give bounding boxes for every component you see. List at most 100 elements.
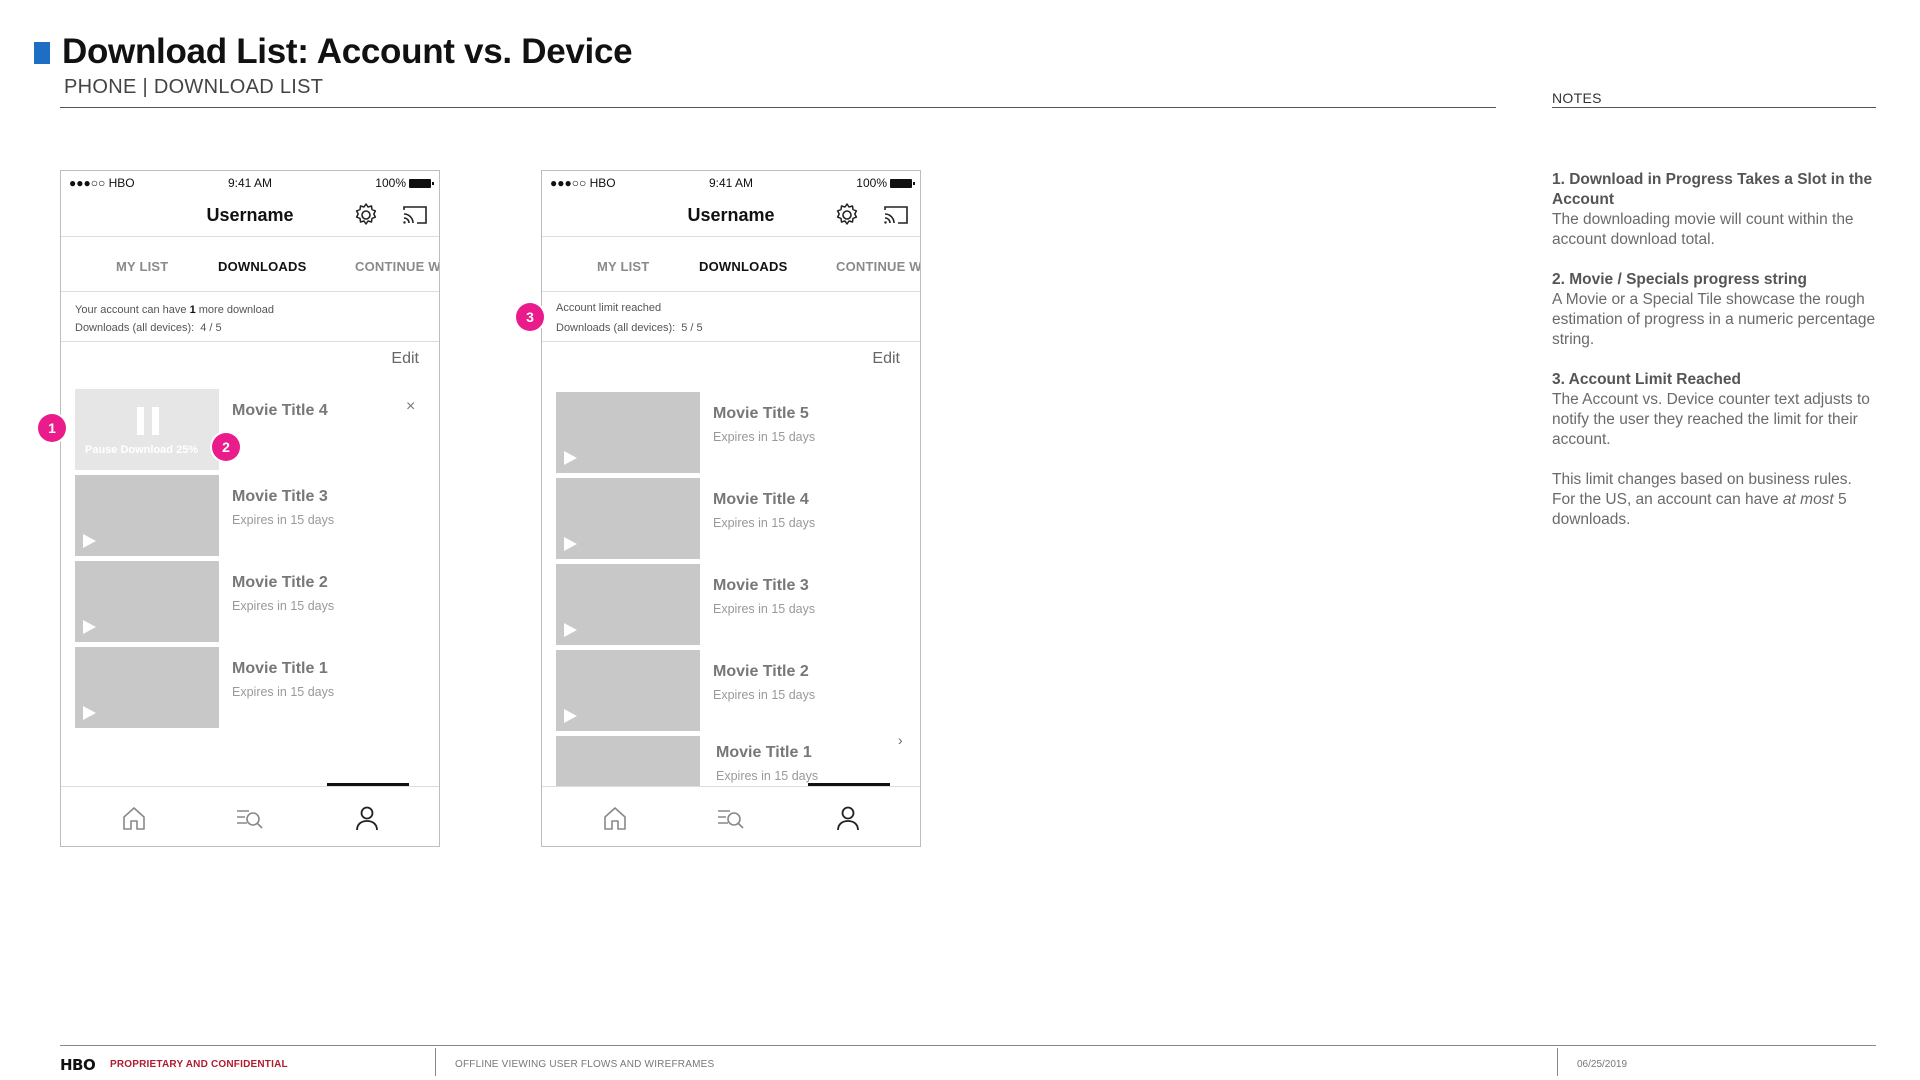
item-title: Movie Title 2 [713, 663, 809, 680]
play-icon [83, 706, 96, 720]
counter-value: 4 / 5 [200, 322, 222, 334]
tab-downloads[interactable]: DOWNLOADS [699, 259, 787, 274]
list-item[interactable]: Movie Title 1 Expires in 15 days [75, 647, 415, 728]
item-expiry: Expires in 15 days [713, 516, 816, 530]
nav-bar: Username [61, 193, 439, 237]
profile-icon[interactable] [833, 803, 863, 833]
cast-icon[interactable] [882, 204, 910, 226]
note-body: The Account vs. Device counter text adju… [1552, 391, 1870, 448]
notes-divider [1552, 107, 1876, 108]
status-bar: ●●●○○ HBO 9:41 AM 100% [542, 171, 920, 193]
counter-value: 5 / 5 [681, 322, 703, 334]
tab-bar: MY LIST DOWNLOADS CONTINUE W [61, 238, 439, 292]
tab-continue-watching[interactable]: CONTINUE W [836, 259, 920, 274]
counter-text: Your account can have [75, 304, 190, 316]
list-item[interactable]: Movie Title 2 Expires in 15 days [556, 650, 896, 731]
thumbnail[interactable] [556, 392, 700, 473]
item-expiry: Expires in 15 days [232, 599, 335, 613]
footer-date: 06/25/2019 [1577, 1059, 1628, 1070]
bottom-tab-bar [61, 786, 439, 846]
downloading-item[interactable]: Pause Download 25% Movie Title 4 [75, 389, 415, 470]
chevron-right-icon[interactable]: › [898, 732, 903, 748]
battery-status: 100% [856, 176, 915, 190]
username-title: Username [687, 205, 775, 225]
footer-document-title: OFFLINE VIEWING USER FLOWS AND WIREFRAME… [455, 1059, 715, 1070]
list-item[interactable]: Movie Title 2 Expires in 15 days [75, 561, 415, 642]
play-icon [83, 534, 96, 548]
note-1: 1. Download in Progress Takes a Slot in … [1552, 170, 1878, 250]
pause-icon[interactable] [137, 407, 159, 435]
close-icon[interactable]: × [406, 398, 415, 416]
item-title: Movie Title 3 [232, 488, 328, 505]
gear-icon[interactable] [353, 202, 379, 228]
item-title: Movie Title 1 [232, 660, 328, 677]
item-expiry: Expires in 15 days [232, 513, 335, 527]
note-body: The downloading movie will count within … [1552, 211, 1854, 248]
battery-percent: 100% [375, 176, 406, 190]
list-item[interactable]: Movie Title 4 Expires in 15 days [556, 478, 896, 559]
profile-icon[interactable] [352, 803, 382, 833]
gear-icon[interactable] [834, 202, 860, 228]
search-icon[interactable] [234, 803, 264, 833]
thumbnail[interactable] [75, 561, 219, 642]
username-title: Username [206, 205, 294, 225]
notes-label: NOTES [1552, 90, 1602, 106]
play-icon [564, 537, 577, 551]
download-progress-label: Pause Download 25% [85, 444, 199, 456]
download-thumbnail[interactable]: Pause Download 25% [75, 389, 219, 470]
edit-button[interactable]: Edit [872, 350, 900, 368]
thumbnail[interactable] [75, 647, 219, 728]
note-emphasis: at most [1782, 491, 1834, 508]
item-title: Movie Title 4 [232, 402, 328, 419]
download-counter: Your account can have 1 more download Do… [61, 293, 439, 342]
annotation-badge-1: 1 [38, 414, 66, 442]
tab-continue-watching[interactable]: CONTINUE W [355, 259, 439, 274]
thumbnail[interactable] [556, 650, 700, 731]
notes-panel: 1. Download in Progress Takes a Slot in … [1552, 170, 1878, 550]
footer-separator [435, 1048, 436, 1076]
page-title: Download List: Account vs. Device [62, 32, 633, 71]
home-icon[interactable] [600, 803, 630, 833]
battery-icon [890, 178, 915, 188]
page-subtitle: PHONE | DOWNLOAD LIST [64, 76, 324, 98]
list-item[interactable]: Movie Title 3 Expires in 15 days [556, 564, 896, 645]
phone-mockup-2: ●●●○○ HBO 9:41 AM 100% Username MY LIST … [541, 170, 921, 847]
list-item[interactable]: Movie Title 5 Expires in 15 days [556, 392, 896, 473]
note-4: This limit changes based on business rul… [1552, 470, 1878, 530]
counter-total: Downloads (all devices): 4 / 5 [75, 322, 222, 334]
counter-limit-reached: Account limit reached [556, 302, 662, 314]
counter-label: Downloads (all devices): [75, 322, 195, 334]
home-icon[interactable] [119, 803, 149, 833]
download-counter: Account limit reached Downloads (all dev… [542, 293, 920, 342]
note-heading: 1. Download in Progress Takes a Slot in … [1552, 171, 1873, 208]
tab-my-list[interactable]: MY LIST [597, 259, 649, 274]
item-title: Movie Title 2 [232, 574, 328, 591]
list-item[interactable]: Movie Title 3 Expires in 15 days [75, 475, 415, 556]
item-title: Movie Title 4 [713, 491, 809, 508]
item-title: Movie Title 3 [713, 577, 809, 594]
footer-confidential: PROPRIETARY AND CONFIDENTIAL [110, 1059, 288, 1070]
thumbnail[interactable] [75, 475, 219, 556]
item-title: Movie Title 5 [713, 405, 809, 422]
annotation-badge-3: 3 [516, 303, 544, 331]
play-icon [83, 620, 96, 634]
tab-my-list[interactable]: MY LIST [116, 259, 168, 274]
item-expiry: Expires in 15 days [232, 685, 335, 699]
edit-button[interactable]: Edit [391, 350, 419, 368]
nav-bar: Username [542, 193, 920, 237]
search-icon[interactable] [715, 803, 745, 833]
footer-separator [1557, 1048, 1558, 1076]
bottom-tab-bar [542, 786, 920, 846]
item-expiry: Expires in 15 days [716, 769, 819, 783]
battery-percent: 100% [856, 176, 887, 190]
battery-status: 100% [375, 176, 434, 190]
annotation-badge-2: 2 [212, 433, 240, 461]
play-icon [564, 709, 577, 723]
play-icon [564, 623, 577, 637]
cast-icon[interactable] [401, 204, 429, 226]
counter-label: Downloads (all devices): [556, 322, 676, 334]
thumbnail[interactable] [556, 478, 700, 559]
tab-downloads[interactable]: DOWNLOADS [218, 259, 306, 274]
counter-remaining: Your account can have 1 more download [75, 304, 274, 316]
thumbnail[interactable] [556, 564, 700, 645]
